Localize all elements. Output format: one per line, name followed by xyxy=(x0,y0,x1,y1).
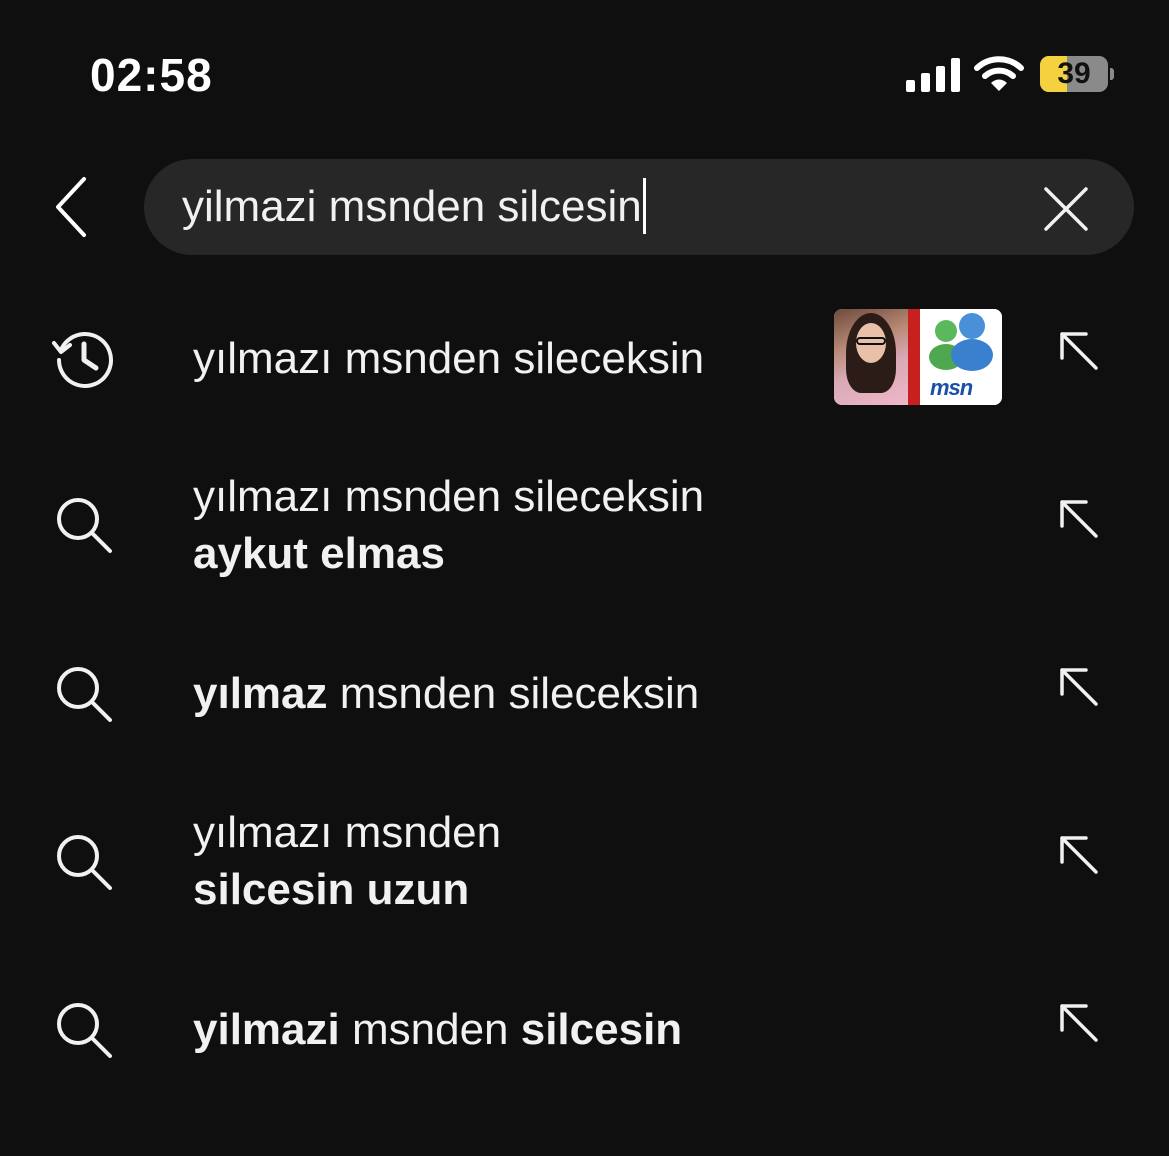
history-icon xyxy=(52,326,116,390)
arrow-up-left-icon xyxy=(1060,668,1098,706)
suggestion-line: yilmazi msnden silcesin xyxy=(193,1001,682,1058)
status-bar: 02:58 39 xyxy=(0,0,1169,150)
suggestion-segment-bold: yılmaz xyxy=(193,669,328,718)
search-icon xyxy=(52,998,116,1062)
msn-logo: msn xyxy=(920,309,1002,405)
arrow-up-left-icon xyxy=(1060,500,1098,538)
suggestion-line: yılmazı msnden xyxy=(193,804,501,861)
thumbnail-stripe xyxy=(908,309,920,405)
suggestion-segment: msnden sileceksin xyxy=(327,669,700,718)
search-icon xyxy=(52,662,116,726)
suggestion-line: silcesin uzun xyxy=(193,861,501,918)
search-query: yilmazi msnden silcesin xyxy=(182,182,642,231)
text-cursor xyxy=(642,178,646,235)
signal-icon xyxy=(906,58,960,92)
fill-query-button[interactable] xyxy=(1052,492,1104,544)
battery-tip xyxy=(1110,68,1114,80)
search-icon xyxy=(52,830,116,894)
suggestion-text: yılmazı msnden sileceksin xyxy=(193,330,704,387)
thumbnail-photo xyxy=(834,309,908,405)
suggestion-row[interactable]: yılmazı msnden sileceksin aykut elmas xyxy=(0,440,1169,610)
suggestion-thumbnail: msn xyxy=(834,309,1002,405)
suggestion-text: yılmazı msnden silcesin uzun xyxy=(193,804,501,918)
arrow-up-left-icon xyxy=(1060,1004,1098,1042)
suggestion-line: yılmazı msnden sileceksin xyxy=(193,330,704,387)
msn-buddies-icon xyxy=(929,313,993,371)
suggestion-row[interactable]: yilmazi msnden silcesin xyxy=(0,966,1169,1096)
suggestion-segment-bold: silcesin uzun xyxy=(193,865,470,914)
search-input[interactable]: yilmazi msnden silcesin xyxy=(182,159,646,255)
msn-label: msn xyxy=(930,375,973,400)
thumbnail-glasses xyxy=(856,337,886,345)
arrow-up-left-icon xyxy=(1060,332,1098,370)
chevron-left-icon xyxy=(56,177,86,237)
fill-query-button[interactable] xyxy=(1052,828,1104,880)
suggestion-text: yılmazı msnden sileceksin aykut elmas xyxy=(193,468,704,582)
battery-level: 39 xyxy=(1057,57,1091,90)
suggestion-text: yilmazi msnden silcesin xyxy=(193,1001,682,1058)
search-box[interactable]: yilmazi msnden silcesin xyxy=(144,159,1134,255)
suggestion-line: yılmazı msnden sileceksin xyxy=(193,468,704,525)
close-icon xyxy=(1044,187,1088,231)
battery-icon: 39 xyxy=(1040,56,1116,92)
suggestion-row[interactable]: yılmazı msnden silcesin uzun xyxy=(0,780,1169,950)
fill-query-button[interactable] xyxy=(1052,996,1104,1048)
battery-body: 39 xyxy=(1040,56,1108,92)
wifi-icon xyxy=(974,56,1024,91)
arrow-up-left-icon xyxy=(1060,836,1098,874)
fill-query-button[interactable] xyxy=(1052,324,1104,376)
back-button[interactable] xyxy=(40,170,104,244)
suggestion-line: yılmaz msnden sileceksin xyxy=(193,665,699,722)
fill-query-button[interactable] xyxy=(1052,660,1104,712)
suggestion-segment-bold: silcesin xyxy=(520,1005,683,1054)
suggestion-segment: yılmazı msnden sileceksin xyxy=(193,334,705,383)
suggestion-segment: yılmazı msnden xyxy=(193,808,502,857)
suggestion-segment-bold: yilmazi xyxy=(193,1005,340,1054)
suggestion-segment: msnden xyxy=(339,1005,521,1054)
suggestion-segment: yılmazı msnden sileceksin xyxy=(193,472,705,521)
suggestion-text: yılmaz msnden sileceksin xyxy=(193,665,699,722)
suggestion-line: aykut elmas xyxy=(193,525,704,582)
status-time: 02:58 xyxy=(90,49,213,101)
suggestion-segment-bold: aykut elmas xyxy=(193,529,445,578)
search-icon xyxy=(52,493,116,557)
suggestion-row[interactable]: yılmaz msnden sileceksin xyxy=(0,630,1169,760)
clear-search-button[interactable] xyxy=(1038,181,1094,237)
